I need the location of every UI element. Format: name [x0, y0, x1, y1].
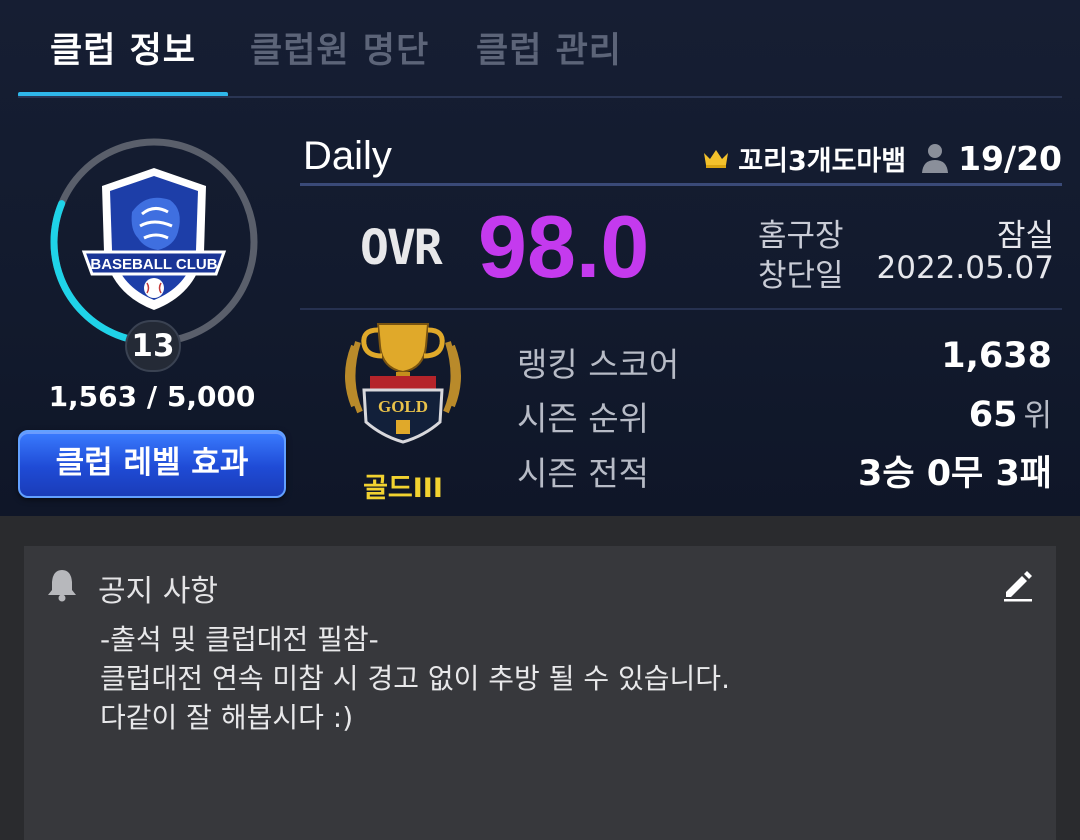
club-master-name: 꼬리3개도마뱀 [738, 145, 907, 177]
ranking-score-label: 랭킹 스코어 [517, 345, 680, 384]
club-level-badge: 13 [125, 320, 181, 372]
club-exp-text: 1,563 / 5,000 [48, 380, 256, 413]
notice-body: -출석 및 클럽대전 필참- 클럽대전 연속 미참 시 경고 없이 추방 될 수… [100, 620, 1020, 737]
founded-date-label: 창단일 [758, 258, 844, 294]
tab-bar: 클럽 정보 클럽원 명단 클럽 관리 [18, 0, 1062, 98]
season-rank-label: 시즌 순위 [517, 399, 649, 438]
season-record-value: 3승 0무 3패 [857, 454, 1052, 494]
notice-line: 다같이 잘 해봅시다 :) [100, 701, 354, 734]
member-count: 19/20 [958, 138, 1062, 178]
ovr-label: OVR [360, 220, 443, 276]
club-level-effect-button[interactable]: 클럽 레벨 효과 [18, 430, 286, 498]
grade-emblem-text: GOLD [378, 397, 428, 416]
club-info-panel: 클럽 정보 클럽원 명단 클럽 관리 BASEBALL CLUB 13 1,56… [0, 0, 1080, 516]
home-stadium-label: 홈구장 [758, 218, 844, 254]
crown-icon [704, 150, 729, 168]
notice-line: 클럽대전 연속 미참 시 경고 없이 추방 될 수 있습니다. [100, 662, 730, 695]
season-rank-value: 65 [968, 395, 1018, 435]
ranking-score-value: 1,638 [941, 336, 1052, 376]
founded-date-value: 2022.05.07 [876, 250, 1055, 286]
season-rank-unit: 위 [1023, 398, 1052, 434]
person-icon [922, 144, 949, 173]
club-name: Daily [303, 134, 392, 178]
edit-icon[interactable] [1000, 566, 1036, 602]
tab-club-members[interactable]: 클럽원 명단 [250, 22, 429, 73]
season-rank: 65 위 [969, 390, 1052, 435]
notice-line: -출석 및 클럽대전 필참- [100, 623, 379, 656]
gold-grade-emblem: GOLD [345, 323, 461, 444]
emblem-text: BASEBALL CLUB [90, 256, 217, 273]
notice-title: 공지 사항 [98, 574, 218, 609]
tab-divider [18, 96, 1062, 98]
section-divider [300, 308, 1062, 310]
ovr-value: 98.0 [478, 197, 650, 296]
home-stadium-value: 잠실 [996, 218, 1054, 254]
bell-icon [48, 570, 76, 602]
club-level-ring: BASEBALL CLUB [50, 138, 258, 346]
header-divider [300, 183, 1062, 186]
tab-club-info[interactable]: 클럽 정보 [50, 22, 196, 73]
season-record-label: 시즌 전적 [517, 454, 649, 493]
club-emblem: BASEBALL CLUB [81, 168, 227, 310]
notice-panel: 공지 사항 -출석 및 클럽대전 필참- 클럽대전 연속 미참 시 경고 없이 … [24, 546, 1056, 840]
club-master-info: 꼬리3개도마뱀 19/20 [702, 138, 1062, 178]
grade-name: 골드III [363, 473, 443, 504]
tab-club-manage[interactable]: 클럽 관리 [476, 22, 622, 73]
